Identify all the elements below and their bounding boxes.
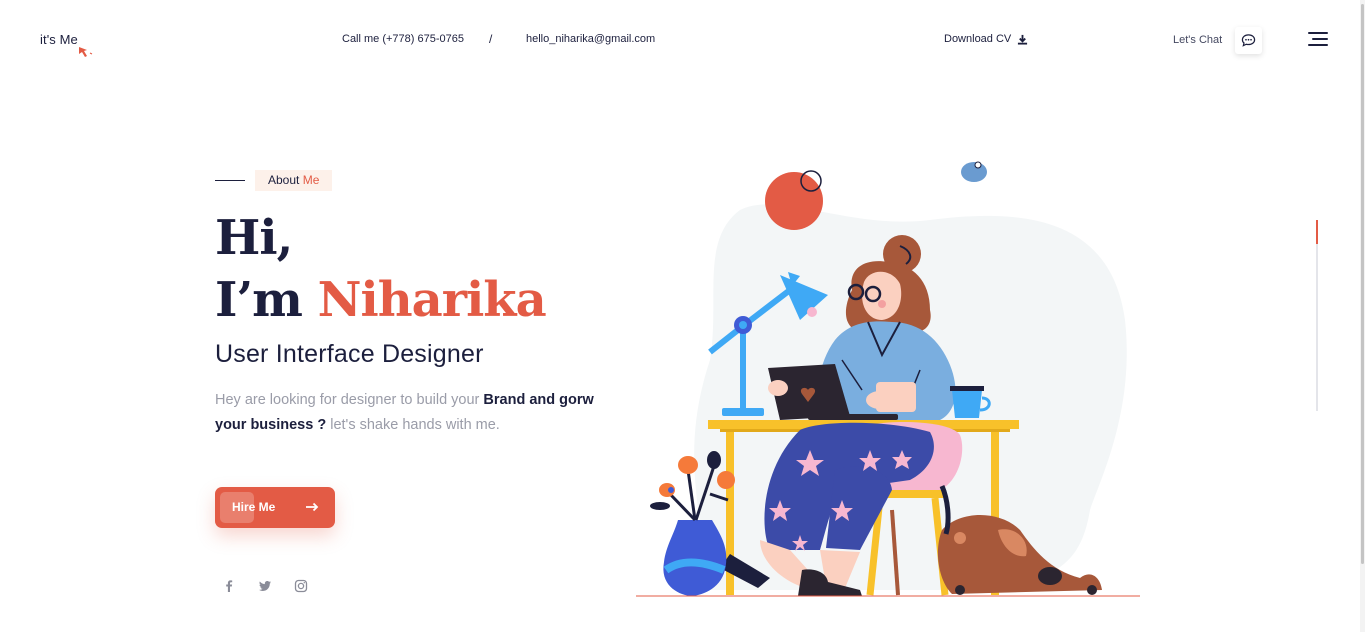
about-me-tag: About Me (255, 170, 333, 191)
download-cv-button[interactable]: Download CV (944, 33, 1028, 45)
phone-link[interactable]: Call me (+778) 675-0765 (342, 33, 464, 45)
arrow-right-icon (306, 502, 319, 512)
download-cv-label: Download CV (944, 33, 1012, 45)
hero-role: User Interface Designer (215, 340, 484, 368)
download-icon (1018, 34, 1028, 45)
hero-greeting: Hi, (215, 210, 293, 266)
logo[interactable]: it's Me (40, 32, 78, 47)
page-scrollbar-thumb[interactable] (1361, 4, 1364, 564)
header-separator: / (489, 32, 493, 46)
facebook-icon[interactable] (222, 579, 236, 593)
twitter-icon[interactable] (258, 579, 272, 593)
cursor-pointer-icon (79, 47, 93, 57)
about-tag-label: About (268, 173, 300, 187)
hero-desc-part2: let's shake hands with me. (326, 417, 500, 433)
section-progress-track (1316, 220, 1318, 411)
hero-intro-prefix: I’m (215, 272, 303, 328)
page-scrollbar[interactable] (1360, 0, 1365, 632)
about-tag-accent: Me (302, 173, 320, 187)
hero-heading: Hi, I’m Niharika (215, 207, 547, 331)
hero-desc-part1: Hey are looking for designer to build yo… (215, 392, 484, 408)
chat-button[interactable] (1235, 27, 1262, 54)
section-progress-thumb (1316, 220, 1318, 244)
hire-me-label: Hire Me (232, 500, 276, 514)
instagram-icon[interactable] (294, 579, 308, 593)
email-link[interactable]: hello_niharika@gmail.com (526, 33, 655, 45)
designer-illustration (636, 161, 1140, 597)
chat-bubble-icon (1241, 34, 1256, 47)
hamburger-menu-icon[interactable] (1306, 31, 1328, 47)
about-divider (215, 180, 245, 181)
hero-description: Hey are looking for designer to build yo… (215, 388, 615, 438)
hero-name: Niharika (317, 272, 547, 328)
hire-me-button[interactable]: Hire Me (215, 487, 335, 528)
lets-chat-label: Let's Chat (1173, 34, 1223, 46)
